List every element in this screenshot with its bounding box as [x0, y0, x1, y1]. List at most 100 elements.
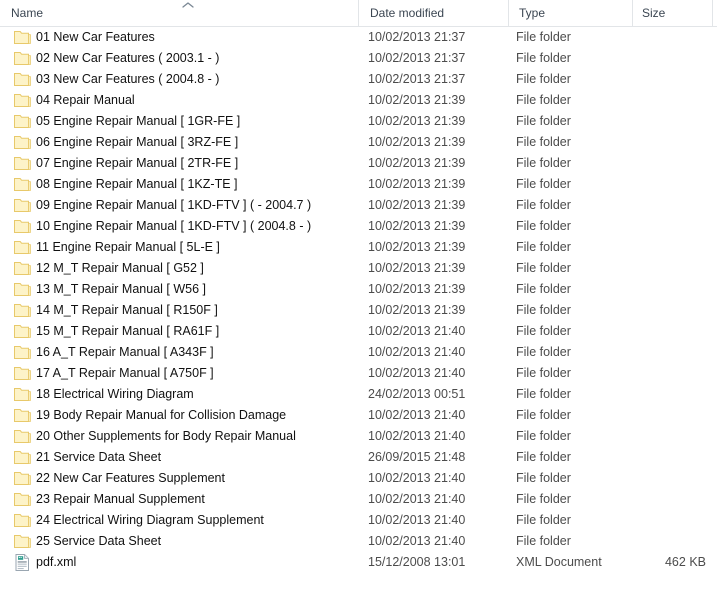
- file-name-cell[interactable]: 10 Engine Repair Manual [ 1KD-FTV ] ( 20…: [0, 216, 358, 237]
- file-list-row[interactable]: 09 Engine Repair Manual [ 1KD-FTV ] ( - …: [0, 195, 717, 216]
- file-type-cell: File folder: [516, 303, 571, 317]
- file-name-cell[interactable]: 04 Repair Manual: [0, 90, 358, 111]
- file-list-row[interactable]: 06 Engine Repair Manual [ 3RZ-FE ] 10/02/…: [0, 132, 717, 153]
- file-name-cell[interactable]: pdf.xml: [0, 552, 358, 573]
- file-list-row[interactable]: 14 M_T Repair Manual [ R150F ] 10/02/2013…: [0, 300, 717, 321]
- file-date-cell: 15/12/2008 13:01: [368, 555, 466, 569]
- file-name-cell[interactable]: 18 Electrical Wiring Diagram: [0, 384, 358, 405]
- file-date-cell: 10/02/2013 21:39: [368, 240, 466, 254]
- file-list-row[interactable]: 08 Engine Repair Manual [ 1KZ-TE ] 10/02/…: [0, 174, 717, 195]
- file-name-cell[interactable]: 01 New Car Features: [0, 27, 358, 48]
- file-size-cell: [632, 69, 706, 90]
- file-list-row[interactable]: 19 Body Repair Manual for Collision Dama…: [0, 405, 717, 426]
- file-type-cell: File folder: [516, 387, 571, 401]
- file-size-cell: [632, 174, 706, 195]
- file-size-cell: [632, 90, 706, 111]
- file-name-cell[interactable]: 09 Engine Repair Manual [ 1KD-FTV ] ( - …: [0, 195, 358, 216]
- file-name-cell[interactable]: 24 Electrical Wiring Diagram Supplement: [0, 510, 358, 531]
- file-size-cell: [632, 510, 706, 531]
- file-type-cell: File folder: [516, 492, 571, 506]
- file-name-cell[interactable]: 25 Service Data Sheet: [0, 531, 358, 552]
- file-list-row[interactable]: 02 New Car Features ( 2003.1 - ) 10/02/20…: [0, 48, 717, 69]
- file-type-cell: File folder: [516, 219, 571, 233]
- file-name-cell[interactable]: 16 A_T Repair Manual [ A343F ]: [0, 342, 358, 363]
- file-date-cell: 10/02/2013 21:40: [368, 429, 466, 443]
- column-header-name-label: Name: [11, 6, 44, 20]
- file-type-cell: File folder: [516, 114, 571, 128]
- file-name-cell[interactable]: 05 Engine Repair Manual [ 1GR-FE ]: [0, 111, 358, 132]
- file-list-row[interactable]: 12 M_T Repair Manual [ G52 ] 10/02/2013 2…: [0, 258, 717, 279]
- file-list-row[interactable]: 24 Electrical Wiring Diagram Supplement 1…: [0, 510, 717, 531]
- file-name-cell[interactable]: 02 New Car Features ( 2003.1 - ): [0, 48, 358, 69]
- file-type-cell: File folder: [516, 408, 571, 422]
- file-size-cell: [632, 27, 706, 48]
- file-list-row[interactable]: 13 M_T Repair Manual [ W56 ] 10/02/2013 2…: [0, 279, 717, 300]
- file-name-cell[interactable]: 12 M_T Repair Manual [ G52 ]: [0, 258, 358, 279]
- file-size-cell: [632, 489, 706, 510]
- file-list-row[interactable]: 18 Electrical Wiring Diagram 24/02/2013 0…: [0, 384, 717, 405]
- file-list-row[interactable]: 10 Engine Repair Manual [ 1KD-FTV ] ( 20…: [0, 216, 717, 237]
- file-date-cell: 10/02/2013 21:37: [368, 30, 466, 44]
- file-date-cell: 10/02/2013 21:40: [368, 471, 466, 485]
- file-name-cell[interactable]: 11 Engine Repair Manual [ 5L-E ]: [0, 237, 358, 258]
- file-name-cell[interactable]: 20 Other Supplements for Body Repair Man…: [0, 426, 358, 447]
- file-list-row[interactable]: 20 Other Supplements for Body Repair Man…: [0, 426, 717, 447]
- file-name-cell[interactable]: 14 M_T Repair Manual [ R150F ]: [0, 300, 358, 321]
- file-type-cell: File folder: [516, 324, 571, 338]
- file-list-row[interactable]: 01 New Car Features 10/02/2013 21:37 File …: [0, 27, 717, 48]
- column-header-size-label: Size: [642, 6, 666, 20]
- file-list-details-view: Name Date modified Type Size 01 New Car …: [0, 0, 717, 595]
- column-header-end-divider: [712, 0, 713, 26]
- file-list-row[interactable]: 23 Repair Manual Supplement 10/02/2013 21…: [0, 489, 717, 510]
- file-date-cell: 24/02/2013 00:51: [368, 387, 466, 401]
- file-list-row[interactable]: 16 A_T Repair Manual [ A343F ] 10/02/2013…: [0, 342, 717, 363]
- file-name-cell[interactable]: 13 M_T Repair Manual [ W56 ]: [0, 279, 358, 300]
- file-name-cell[interactable]: 19 Body Repair Manual for Collision Dama…: [0, 405, 358, 426]
- file-name-cell[interactable]: 06 Engine Repair Manual [ 3RZ-FE ]: [0, 132, 358, 153]
- file-date-cell: 10/02/2013 21:39: [368, 303, 466, 317]
- column-header-bar: Name Date modified Type Size: [0, 0, 717, 27]
- file-name-cell[interactable]: 17 A_T Repair Manual [ A750F ]: [0, 363, 358, 384]
- file-size-cell: [632, 48, 706, 69]
- column-header-name[interactable]: Name: [0, 0, 358, 26]
- file-date-cell: 10/02/2013 21:40: [368, 324, 466, 338]
- file-size-cell: [632, 216, 706, 237]
- file-date-cell: 10/02/2013 21:37: [368, 51, 466, 65]
- file-date-cell: 10/02/2013 21:39: [368, 93, 466, 107]
- file-name-cell[interactable]: 15 M_T Repair Manual [ RA61F ]: [0, 321, 358, 342]
- file-list[interactable]: 01 New Car Features 10/02/2013 21:37 File …: [0, 27, 717, 595]
- file-type-cell: File folder: [516, 345, 571, 359]
- file-list-row[interactable]: pdf.xml 15/12/2008 13:01 XML Document 462 K…: [0, 552, 717, 573]
- column-header-size[interactable]: Size: [632, 0, 712, 26]
- file-name-cell[interactable]: 22 New Car Features Supplement: [0, 468, 358, 489]
- file-size-cell: [632, 237, 706, 258]
- file-list-row[interactable]: 22 New Car Features Supplement 10/02/2013…: [0, 468, 717, 489]
- file-list-row[interactable]: 07 Engine Repair Manual [ 2TR-FE ] 10/02/…: [0, 153, 717, 174]
- file-list-row[interactable]: 11 Engine Repair Manual [ 5L-E ] 10/02/20…: [0, 237, 717, 258]
- file-list-row[interactable]: 25 Service Data Sheet 10/02/2013 21:40 Fil…: [0, 531, 717, 552]
- file-name-cell[interactable]: 03 New Car Features ( 2004.8 - ): [0, 69, 358, 90]
- file-type-cell: File folder: [516, 198, 571, 212]
- file-list-row[interactable]: 15 M_T Repair Manual [ RA61F ] 10/02/2013…: [0, 321, 717, 342]
- file-list-row[interactable]: 21 Service Data Sheet 26/09/2015 21:48 Fil…: [0, 447, 717, 468]
- file-type-cell: File folder: [516, 513, 571, 527]
- file-name-cell[interactable]: 07 Engine Repair Manual [ 2TR-FE ]: [0, 153, 358, 174]
- file-date-cell: 10/02/2013 21:39: [368, 156, 466, 170]
- file-type-cell: File folder: [516, 135, 571, 149]
- file-date-cell: 10/02/2013 21:39: [368, 177, 466, 191]
- file-list-row[interactable]: 03 New Car Features ( 2004.8 - ) 10/02/20…: [0, 69, 717, 90]
- column-header-date-modified[interactable]: Date modified: [358, 0, 508, 26]
- file-list-row[interactable]: 04 Repair Manual 10/02/2013 21:39 File fol…: [0, 90, 717, 111]
- file-size-cell: [632, 195, 706, 216]
- file-type-cell: File folder: [516, 261, 571, 275]
- file-list-row[interactable]: 05 Engine Repair Manual [ 1GR-FE ] 10/02/…: [0, 111, 717, 132]
- file-date-cell: 10/02/2013 21:37: [368, 72, 466, 86]
- file-name-cell[interactable]: 21 Service Data Sheet: [0, 447, 358, 468]
- file-list-row[interactable]: 17 A_T Repair Manual [ A750F ] 10/02/2013…: [0, 363, 717, 384]
- column-header-type[interactable]: Type: [508, 0, 632, 26]
- file-date-cell: 10/02/2013 21:39: [368, 114, 466, 128]
- file-name-cell[interactable]: 08 Engine Repair Manual [ 1KZ-TE ]: [0, 174, 358, 195]
- file-type-cell: File folder: [516, 30, 571, 44]
- file-name-cell[interactable]: 23 Repair Manual Supplement: [0, 489, 358, 510]
- file-size-cell: [632, 531, 706, 552]
